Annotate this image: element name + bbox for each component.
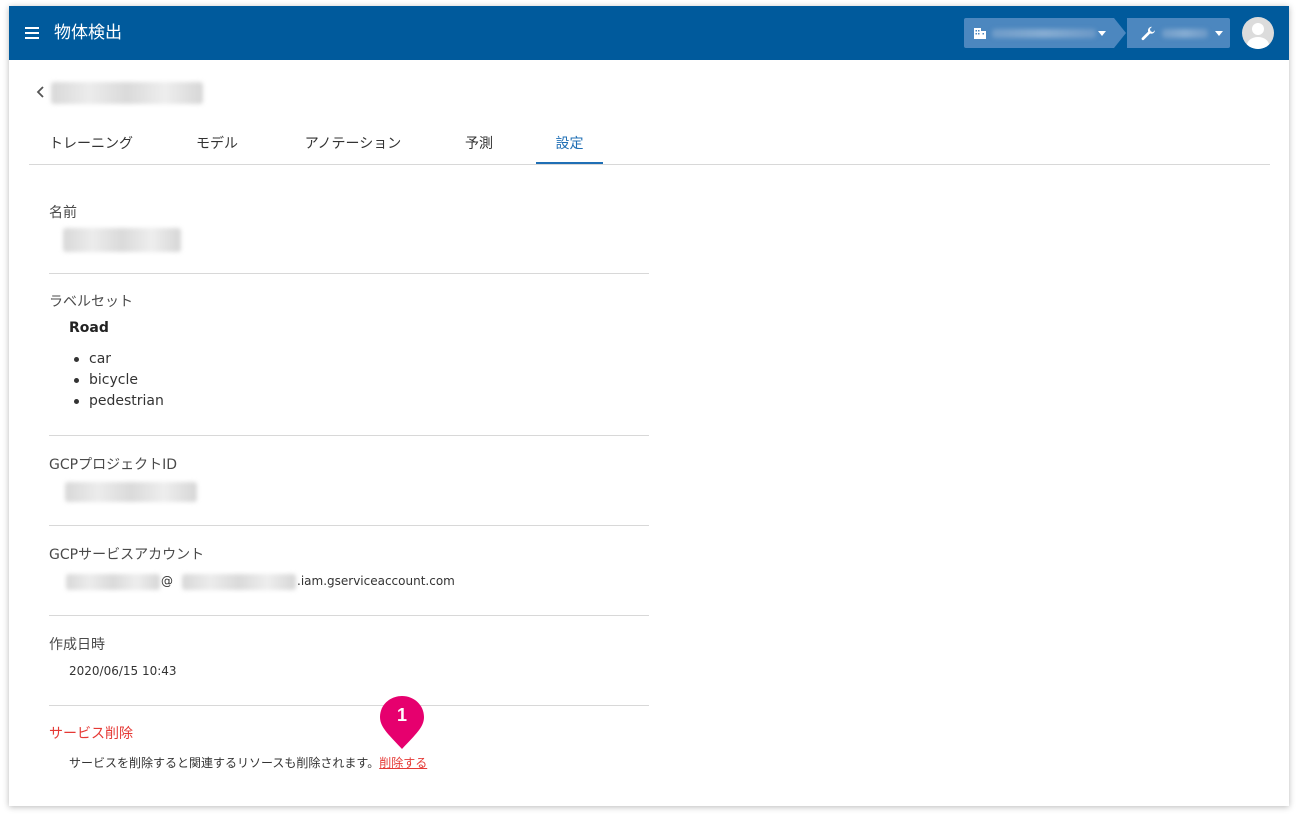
label-set-label: ラベルセット bbox=[49, 294, 133, 310]
wrench-icon bbox=[1141, 26, 1155, 41]
gcp-project-id-label: GCPプロジェクトID bbox=[49, 457, 177, 473]
app-title: 物体検出 bbox=[54, 23, 122, 43]
service-name-redacted bbox=[51, 82, 203, 104]
building-icon bbox=[974, 28, 986, 39]
gcp-service-account-label: GCPサービスアカウント bbox=[49, 547, 205, 563]
tab-model[interactable]: モデル bbox=[179, 128, 255, 162]
step-marker-number: 1 bbox=[396, 705, 407, 725]
user-avatar-icon[interactable] bbox=[1242, 17, 1274, 49]
delete-service-link[interactable]: 削除する bbox=[379, 756, 427, 770]
service-account-at: @ bbox=[161, 574, 173, 588]
divider bbox=[49, 525, 649, 526]
project-selector[interactable] bbox=[1127, 18, 1230, 48]
chevron-down-icon bbox=[1215, 31, 1223, 36]
gcp-project-id-redacted bbox=[65, 482, 197, 502]
created-at-value: 2020/06/15 10:43 bbox=[69, 664, 177, 678]
tab-settings[interactable]: 設定 bbox=[536, 128, 603, 164]
tab-bar: トレーニング モデル アノテーション 予測 設定 bbox=[29, 128, 1270, 165]
organization-selector[interactable] bbox=[964, 18, 1126, 48]
created-at-label: 作成日時 bbox=[49, 637, 105, 653]
service-account-domain: .iam.gserviceaccount.com bbox=[297, 574, 455, 588]
divider bbox=[49, 705, 649, 706]
divider bbox=[49, 273, 649, 274]
label-set-name: Road bbox=[69, 320, 109, 336]
tab-annotation[interactable]: アノテーション bbox=[293, 128, 413, 162]
delete-service-description: サービスを削除すると関連するリソースも削除されます。削除する bbox=[69, 754, 427, 771]
hamburger-menu-icon[interactable] bbox=[25, 27, 39, 39]
tab-prediction[interactable]: 予測 bbox=[449, 128, 509, 162]
list-item: pedestrian bbox=[69, 392, 164, 413]
list-item: car bbox=[69, 350, 164, 371]
chevron-down-icon bbox=[1098, 31, 1106, 36]
divider bbox=[49, 615, 649, 616]
step-marker-pin: 1 bbox=[378, 694, 426, 750]
divider bbox=[49, 435, 649, 436]
name-value-redacted bbox=[63, 228, 181, 252]
tab-training[interactable]: トレーニング bbox=[29, 128, 153, 162]
avatar-silhouette bbox=[1247, 23, 1269, 49]
list-item: bicycle bbox=[69, 371, 164, 392]
app-bar: 物体検出 bbox=[9, 6, 1289, 60]
project-name-redacted bbox=[1162, 29, 1208, 38]
service-account-user-redacted bbox=[66, 574, 160, 590]
delete-service-label: サービス削除 bbox=[49, 726, 133, 742]
organization-name-redacted bbox=[992, 29, 1096, 38]
delete-service-description-text: サービスを削除すると関連するリソースも削除されます。 bbox=[69, 756, 380, 770]
name-label: 名前 bbox=[49, 205, 77, 221]
service-account-project-redacted bbox=[182, 574, 296, 590]
app-window: 物体検出 トレーニング モデル アノテーション 予測 設定 名前 ラベルセット … bbox=[9, 6, 1289, 806]
label-list: car bicycle pedestrian bbox=[69, 350, 164, 413]
chevron-left-icon[interactable] bbox=[35, 84, 47, 100]
